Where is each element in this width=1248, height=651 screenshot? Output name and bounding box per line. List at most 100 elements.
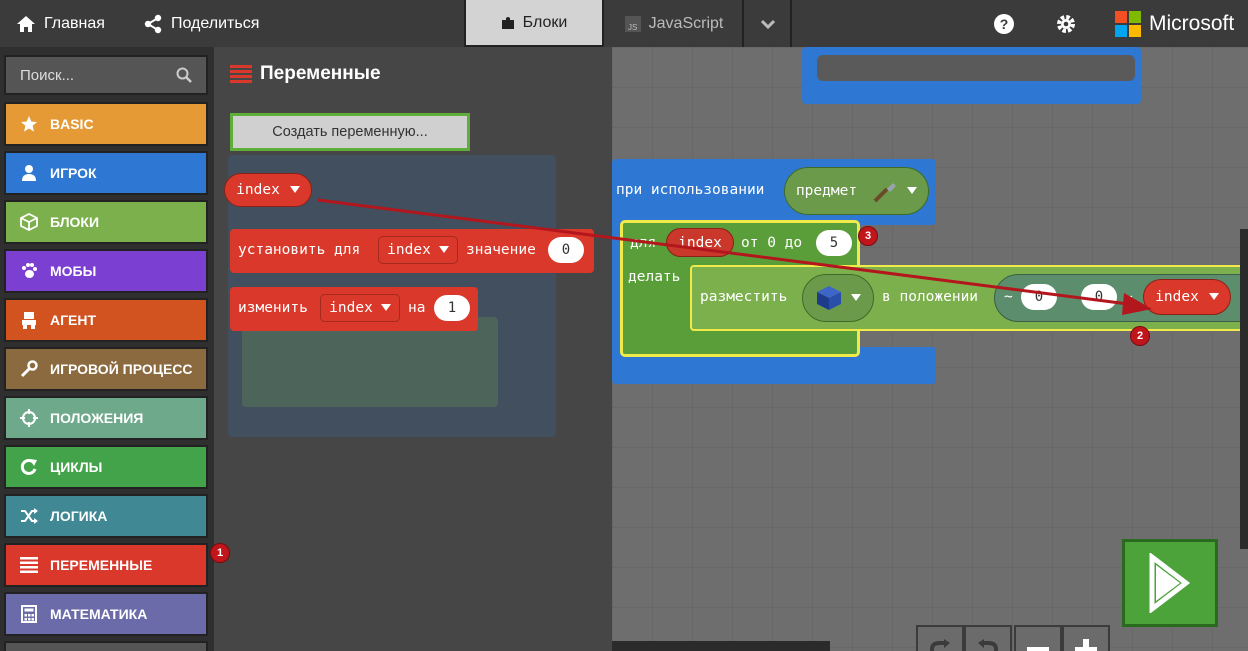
- category-list-more: [4, 641, 208, 651]
- set-prefix: установить для: [238, 242, 361, 258]
- caret-down-icon: [289, 186, 300, 193]
- editor-dropdown-button[interactable]: [746, 0, 792, 47]
- change-mid: на: [408, 300, 426, 316]
- zoom-out-button[interactable]: [1014, 625, 1062, 651]
- category-5[interactable]: АГЕНТ: [4, 298, 208, 342]
- cube-icon: [20, 213, 38, 231]
- caret-down-icon: [1208, 293, 1219, 300]
- category-3[interactable]: БЛОКИ: [4, 200, 208, 244]
- category-icon: [18, 262, 40, 280]
- category-9[interactable]: ЛОГИКА: [4, 494, 208, 538]
- share-button[interactable]: Поделиться: [143, 0, 259, 47]
- coord-y-input[interactable]: 0: [1081, 284, 1117, 310]
- step-badge-1: 1: [210, 543, 230, 563]
- plus-icon: [1075, 639, 1097, 651]
- zoom-in-button[interactable]: [1062, 625, 1110, 651]
- help-icon: ?: [994, 13, 1014, 34]
- category-label: ЦИКЛЫ: [50, 459, 103, 475]
- set-var-dropdown[interactable]: index: [378, 236, 458, 264]
- item-dropdown[interactable]: предмет: [784, 167, 929, 215]
- microsoft-icon: [1115, 10, 1141, 37]
- category-icon: [18, 360, 40, 378]
- category-10[interactable]: ПЕРЕМЕННЫЕ: [4, 543, 208, 587]
- shuffle-icon: [21, 508, 38, 524]
- svg-text:?: ?: [1000, 16, 1009, 32]
- variable-reporter-block[interactable]: index: [224, 173, 312, 207]
- tab-blocks-label: Блоки: [522, 13, 568, 31]
- share-icon: [144, 14, 162, 33]
- variables-flyout: Переменные Создать переменную... index у…: [214, 47, 612, 651]
- top-bar: Главная Поделиться Блоки JS JavaScript ?…: [0, 0, 1248, 47]
- category-label: АГЕНТ: [50, 312, 97, 328]
- create-variable-label: Создать переменную...: [272, 124, 428, 140]
- loop-var-dropdown[interactable]: index: [666, 228, 734, 257]
- workspace-block-top-slot: [817, 55, 1135, 81]
- change-prefix: изменить: [238, 300, 308, 316]
- paw-icon: [22, 263, 37, 278]
- category-icon: [18, 409, 40, 427]
- change-variable-block[interactable]: изменить index на 1: [230, 287, 478, 331]
- tab-javascript-label: JavaScript: [648, 14, 724, 32]
- undo-button[interactable]: [916, 625, 964, 651]
- category-4[interactable]: МОБЫ: [4, 249, 208, 293]
- set-value-input[interactable]: 0: [548, 237, 584, 263]
- flyout-title: Переменные: [260, 63, 381, 84]
- minus-icon: [1027, 647, 1049, 651]
- brand-label: Microsoft: [1149, 11, 1235, 35]
- set-var-label: index: [387, 242, 431, 258]
- caret-down-icon: [907, 187, 918, 194]
- home-icon: [17, 15, 35, 32]
- wrench-icon: [20, 360, 38, 378]
- share-label: Поделиться: [171, 14, 260, 32]
- category-11[interactable]: МАТЕМАТИКА: [4, 592, 208, 636]
- category-7[interactable]: ПОЛОЖЕНИЯ: [4, 396, 208, 440]
- set-suffix: значение: [466, 242, 536, 258]
- change-var-dropdown[interactable]: index: [320, 294, 400, 322]
- category-label: BASIC: [50, 116, 94, 132]
- star-icon: [21, 116, 37, 132]
- coord-var-dropdown[interactable]: index: [1143, 279, 1231, 315]
- category-label: ЛОГИКА: [50, 508, 108, 524]
- category-1[interactable]: BASIC: [4, 102, 208, 146]
- chevron-down-icon: [761, 19, 775, 29]
- event-label: при использовании: [616, 182, 765, 198]
- caret-down-icon: [438, 246, 449, 253]
- search-input[interactable]: Поиск...: [4, 55, 208, 95]
- block-type-dropdown[interactable]: [802, 274, 874, 322]
- category-2[interactable]: ИГРОК: [4, 151, 208, 195]
- coord-x-input[interactable]: 0: [1021, 284, 1057, 310]
- loop-icon: [20, 458, 37, 475]
- variable-reporter-label: index: [236, 182, 280, 198]
- microsoft-logo[interactable]: Microsoft: [1115, 0, 1234, 47]
- horizontal-scrollbar[interactable]: [612, 641, 830, 651]
- change-value-input[interactable]: 1: [434, 295, 470, 321]
- tilde-3: ~: [1124, 289, 1133, 305]
- js-icon: JS: [624, 15, 641, 32]
- category-icon: [18, 605, 40, 623]
- tab-blocks[interactable]: Блоки: [464, 0, 604, 47]
- category-icon: [18, 507, 40, 525]
- tab-javascript[interactable]: JS JavaScript: [606, 0, 744, 47]
- create-variable-button[interactable]: Создать переменную...: [230, 113, 470, 151]
- loop-var-label: index: [678, 234, 722, 251]
- category-8[interactable]: ЦИКЛЫ: [4, 445, 208, 489]
- loop-to-input[interactable]: 5: [816, 230, 852, 256]
- category-6[interactable]: ИГРОВОЙ ПРОЦЕСС: [4, 347, 208, 391]
- calculator-icon: [21, 605, 37, 623]
- redo-button[interactable]: [964, 625, 1012, 651]
- set-variable-block[interactable]: установить для index значение 0: [230, 229, 594, 273]
- puzzle-icon: [501, 16, 514, 29]
- caret-down-icon: [380, 304, 391, 311]
- loop-prefix-label: для: [630, 235, 657, 251]
- run-button[interactable]: [1122, 539, 1218, 627]
- category-icon: [18, 213, 40, 231]
- settings-button[interactable]: [1055, 0, 1085, 47]
- category-label: МОБЫ: [50, 263, 97, 279]
- category-icon: [18, 311, 40, 329]
- home-button[interactable]: Главная: [16, 0, 105, 47]
- help-button[interactable]: ?: [993, 0, 1023, 47]
- vertical-scrollbar[interactable]: [1240, 229, 1248, 549]
- list-icon: [230, 65, 252, 83]
- change-var-label: index: [329, 300, 373, 316]
- workspace[interactable]: при использовании предмет для index от 0…: [612, 47, 1248, 651]
